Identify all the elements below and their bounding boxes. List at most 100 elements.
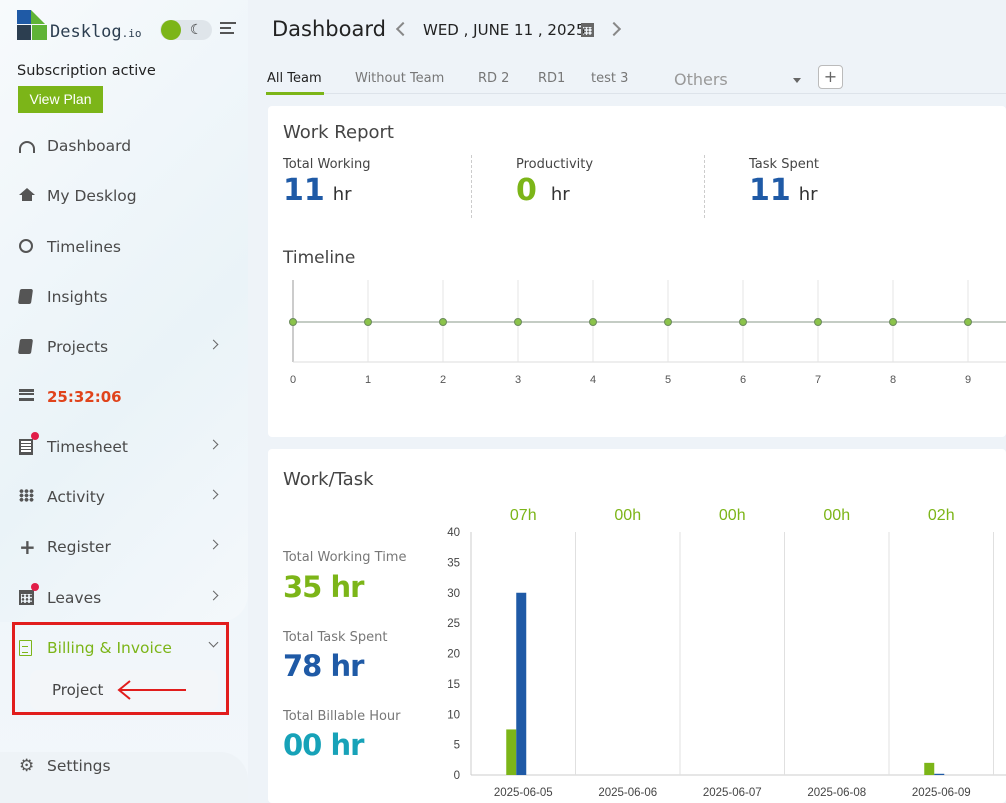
divider (471, 155, 472, 218)
caret-down-icon[interactable] (793, 78, 801, 83)
chevron-right-icon[interactable] (606, 21, 622, 37)
task-spent-value: 11 hr (749, 173, 818, 208)
productivity-value: 0 hr (516, 173, 570, 208)
sidebar-item-dashboard[interactable]: Dashboard (0, 128, 248, 164)
timeline-point (364, 318, 372, 326)
current-date: WED , JUNE 11 , 2025 (423, 21, 586, 39)
arrow-annotation-icon (117, 680, 186, 700)
timeline-tick-label: 4 (590, 374, 596, 386)
tab-others-dropdown[interactable]: Others (674, 70, 728, 89)
column-total-label: 02h (928, 507, 955, 524)
column-total-label: 00h (614, 507, 641, 524)
column-total-label: 00h (719, 507, 746, 524)
total-task-spent-label: Total Task Spent (283, 630, 388, 645)
y-tick-label: 25 (447, 618, 460, 630)
sidebar-item-label: Billing & Invoice (47, 639, 172, 657)
timeline-point (514, 318, 522, 326)
notification-dot (31, 432, 39, 440)
x-tick-label: 2025-06-07 (703, 787, 762, 799)
sidebar-item-settings[interactable]: ⚙ Settings (0, 748, 248, 784)
timeline-chart: 0 1 2 3 4 5 6 7 8 9 (289, 280, 1006, 386)
page-title: Dashboard (272, 17, 386, 41)
total-billable-label: Total Billable Hour (283, 709, 401, 724)
timeline-point (289, 318, 297, 326)
total-billable-value: 00 hr (283, 728, 364, 762)
y-tick-label: 35 (447, 557, 460, 569)
tab-test-3[interactable]: test 3 (591, 71, 628, 86)
sidebar-item-register[interactable]: + Register (0, 529, 248, 565)
timeline-tick-label: 5 (665, 374, 671, 386)
calendar-icon[interactable] (581, 23, 594, 37)
sidebar-item-timer[interactable]: 25:32:06 (0, 379, 248, 415)
sidebar-item-timelines[interactable]: Timelines (0, 229, 248, 265)
chevron-right-icon (208, 489, 219, 500)
work-task-bar-chart: 0 5 10 15 20 25 30 35 40 07h 2025-06-05 00h 2025-06-… (447, 507, 1006, 799)
tab-all-team[interactable]: All Team (267, 71, 322, 86)
chevron-right-icon (208, 590, 219, 601)
work-task-title: Work/Task (283, 469, 374, 490)
chevron-left-icon[interactable] (395, 21, 411, 37)
plus-icon: + (19, 535, 36, 559)
sidebar-item-my-desklog[interactable]: My Desklog (0, 178, 248, 214)
timeline-point (814, 318, 822, 326)
task-spent-label: Task Spent (749, 157, 820, 172)
tab-without-team[interactable]: Without Team (355, 71, 444, 86)
chevron-right-icon (208, 539, 219, 550)
sidebar-subitem-project[interactable]: Project (52, 681, 103, 699)
divider (704, 155, 705, 218)
bar (506, 729, 517, 775)
sidebar-item-timesheet[interactable]: Timesheet (0, 429, 248, 465)
y-tick-label: 0 (454, 770, 460, 782)
total-task-spent-value: 78 hr (283, 649, 364, 683)
timeline-tick-label: 6 (740, 374, 746, 386)
sidebar-item-label: Register (47, 538, 111, 556)
timeline-tick-label: 8 (890, 374, 896, 386)
sidebar-item-label: Activity (47, 488, 105, 506)
theme-toggle[interactable]: ☾ (160, 20, 212, 40)
timer-icon (19, 389, 35, 405)
logo[interactable]: Desklog.io (17, 10, 142, 42)
x-tick-label: 2025-06-05 (494, 787, 553, 799)
column-total-label: 07h (510, 507, 537, 524)
timeline-point (739, 318, 747, 326)
total-working-time-label: Total Working Time (283, 550, 407, 565)
timeline-tick-label: 1 (365, 374, 371, 386)
timesheet-icon (19, 439, 35, 455)
sidebar-item-label: Projects (47, 338, 109, 356)
book-icon (17, 289, 35, 305)
menu-collapse-icon[interactable] (220, 22, 236, 38)
sidebar-item-label: Insights (47, 288, 108, 306)
toggle-knob (161, 20, 181, 40)
sidebar-item-label: My Desklog (47, 187, 137, 205)
add-tab-button[interactable]: + (818, 65, 843, 89)
total-working-label: Total Working (283, 157, 371, 172)
timeline-point (964, 318, 972, 326)
chevron-right-icon (208, 439, 219, 450)
column-total-label: 00h (823, 507, 850, 524)
logo-text: Desklog.io (50, 22, 142, 42)
y-tick-label: 10 (447, 709, 460, 721)
sidebar: Desklog.io ☾ Subscription active View Pl… (0, 0, 248, 803)
sidebar-item-leaves[interactable]: Leaves (0, 580, 248, 616)
bar (924, 762, 935, 775)
timeline-tick-label: 3 (515, 374, 521, 386)
tab-rd1[interactable]: RD1 (538, 71, 565, 86)
sidebar-item-insights[interactable]: Insights (0, 279, 248, 315)
sidebar-item-activity[interactable]: Activity (0, 479, 248, 515)
subscription-status: Subscription active (17, 63, 156, 79)
tab-rd-2[interactable]: RD 2 (478, 71, 509, 86)
sidebar-item-billing-invoice[interactable]: Billing & Invoice (0, 630, 248, 666)
document-icon (19, 640, 35, 656)
y-tick-label: 40 (447, 527, 460, 539)
timeline-tick-label: 7 (815, 374, 821, 386)
logo-mark-icon (17, 10, 47, 40)
chevron-right-icon (208, 339, 219, 350)
gear-icon: ⚙ (19, 756, 35, 776)
timeline-point (439, 318, 447, 326)
calendar-icon (19, 590, 35, 606)
bar (516, 592, 527, 775)
view-plan-button[interactable]: View Plan (18, 86, 103, 113)
timeline-tick-label: 0 (290, 374, 296, 386)
sidebar-item-projects[interactable]: Projects (0, 329, 248, 365)
timeline-tick-label: 2 (440, 374, 446, 386)
